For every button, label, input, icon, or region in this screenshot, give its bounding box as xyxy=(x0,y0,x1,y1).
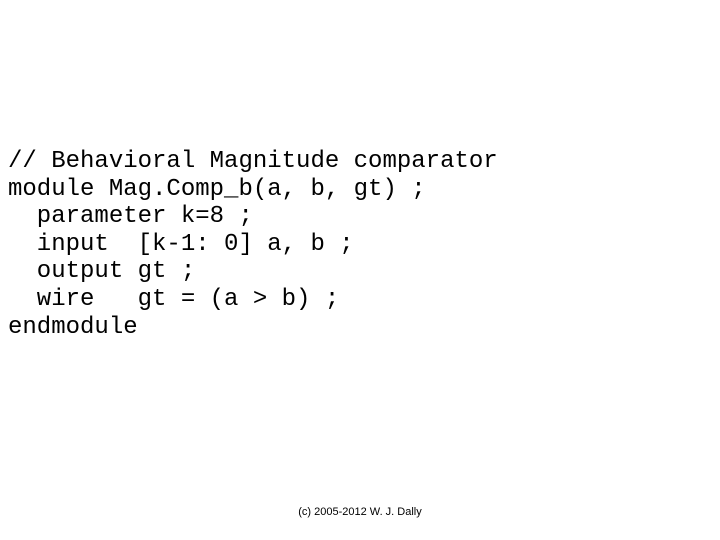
code-line-4: input [k-1: 0] a, b ; xyxy=(8,231,354,258)
code-line-7: endmodule xyxy=(8,314,138,341)
code-line-5: output gt ; xyxy=(8,258,195,285)
code-line-2: module Mag.Comp_b(a, b, gt) ; xyxy=(8,176,426,203)
code-line-6: wire gt = (a > b) ; xyxy=(8,286,339,313)
code-line-1: // Behavioral Magnitude comparator xyxy=(8,148,498,175)
copyright-footer: (c) 2005-2012 W. J. Dally xyxy=(0,506,720,518)
code-block: // Behavioral Magnitude comparator modul… xyxy=(8,148,498,341)
code-line-3: parameter k=8 ; xyxy=(8,203,253,230)
